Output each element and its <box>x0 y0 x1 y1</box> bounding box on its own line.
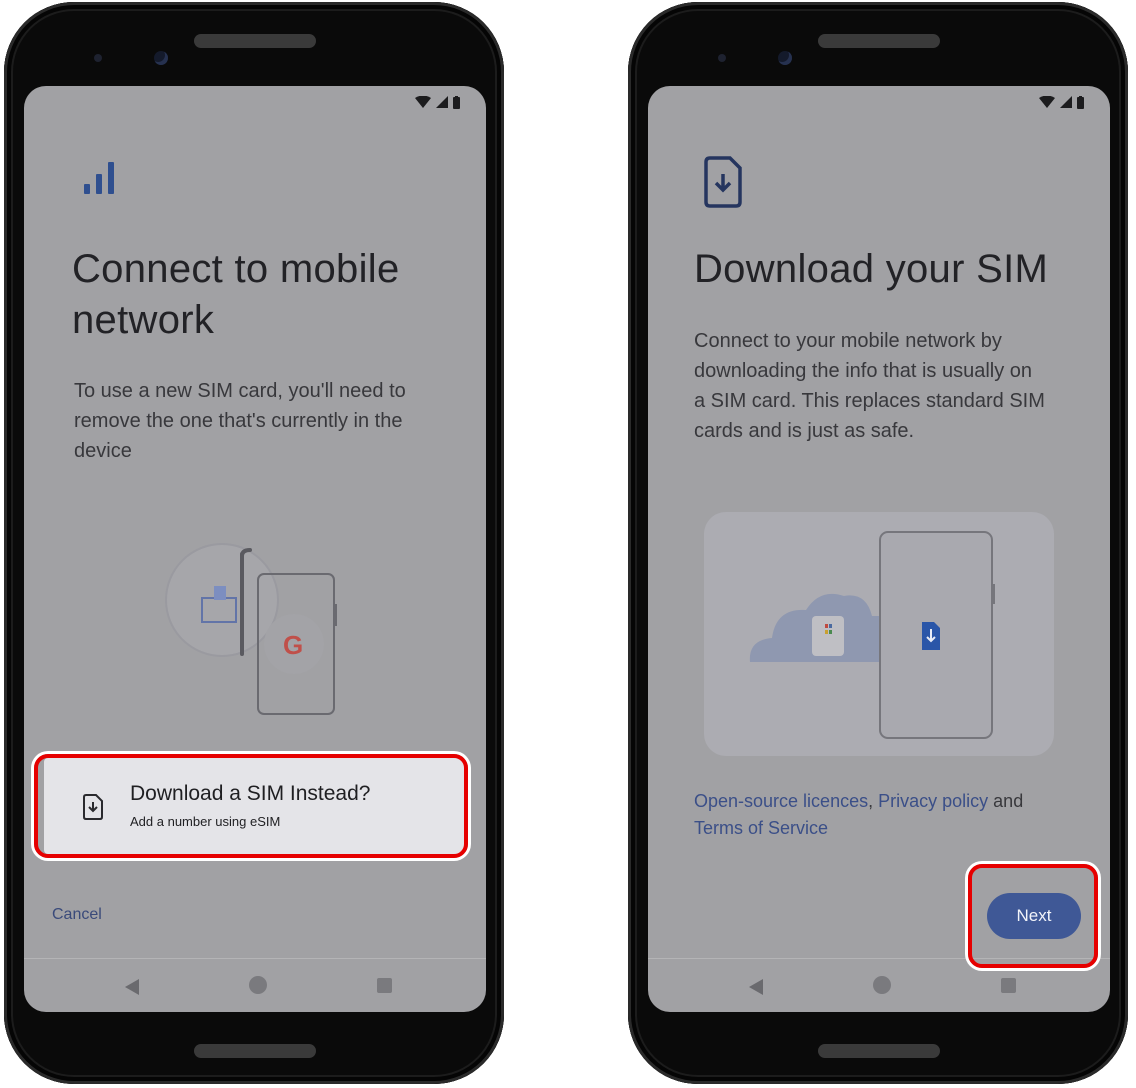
page-title-line2: network <box>72 298 215 342</box>
wifi-icon <box>1039 96 1055 108</box>
battery-icon <box>453 95 460 109</box>
esim-download-illustration <box>704 512 1054 756</box>
sim-swap-illustration: G <box>165 543 337 715</box>
page-title: Download your SIM <box>694 247 1049 291</box>
bottom-speaker <box>194 1044 316 1058</box>
description-line1: To use a new SIM card, you'll need to <box>74 380 406 402</box>
link-separator: , <box>868 791 874 811</box>
earpiece-speaker <box>818 34 940 48</box>
phone-frame-left: Connect to mobile network To use a new S… <box>4 2 504 1084</box>
description-line3: device <box>74 440 132 462</box>
description-line2: downloading the info that is usually on <box>694 360 1033 382</box>
status-bar <box>415 94 460 110</box>
earpiece-speaker <box>194 34 316 48</box>
cell-signal-icon <box>1060 96 1072 108</box>
front-camera <box>154 51 168 65</box>
status-bar <box>1039 94 1084 110</box>
google-logo-icon: G <box>283 630 303 660</box>
cloud-to-phone-graphic <box>749 531 995 739</box>
open-source-link[interactable]: Open-source licences <box>694 791 868 811</box>
front-sensor <box>94 54 102 62</box>
privacy-policy-link[interactable]: Privacy policy <box>878 791 988 811</box>
battery-icon <box>1077 95 1084 109</box>
back-triangle-icon[interactable] <box>748 979 764 995</box>
link-conjunction: and <box>993 791 1024 811</box>
home-circle-icon[interactable] <box>873 976 891 994</box>
cancel-button[interactable]: Cancel <box>52 906 102 924</box>
description-line3: a SIM card. This replaces standard SIM <box>694 390 1045 412</box>
highlight-box-next <box>968 864 1098 968</box>
description-line2: remove the one that's currently in the <box>74 410 403 432</box>
page-title-line1: Connect to mobile <box>72 247 400 291</box>
description-line1: Connect to your mobile network by <box>694 330 1002 352</box>
sim-download-icon <box>704 156 742 208</box>
terms-of-service-link[interactable]: Terms of Service <box>694 818 828 838</box>
home-circle-icon[interactable] <box>249 976 267 994</box>
description-line4: cards and is just as safe. <box>694 420 915 442</box>
front-sensor <box>718 54 726 62</box>
back-triangle-icon[interactable] <box>124 979 140 995</box>
bottom-speaker <box>818 1044 940 1058</box>
wifi-icon <box>415 96 431 108</box>
cell-signal-icon <box>436 96 448 108</box>
legal-links: Open-source licences, Privacy policy and… <box>694 788 1074 842</box>
recents-square-icon[interactable] <box>1001 978 1016 993</box>
signal-bars-icon <box>84 162 114 194</box>
system-nav-bar <box>24 958 486 1012</box>
front-camera <box>778 51 792 65</box>
recents-square-icon[interactable] <box>377 978 392 993</box>
screen-connect-mobile-network: Connect to mobile network To use a new S… <box>24 86 486 1012</box>
highlight-box-download-sim <box>34 754 468 858</box>
